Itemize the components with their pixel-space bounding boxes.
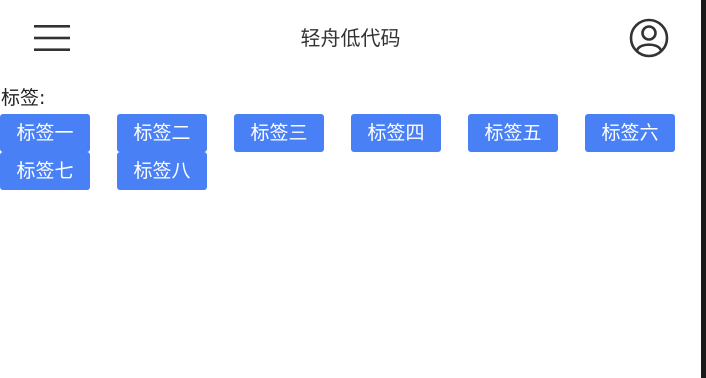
tag-button[interactable]: 标签二 bbox=[117, 114, 207, 152]
user-avatar-icon bbox=[629, 18, 669, 58]
tag-button[interactable]: 标签五 bbox=[468, 114, 558, 152]
window-edge bbox=[701, 0, 706, 378]
tag-button[interactable]: 标签八 bbox=[117, 152, 207, 190]
tags-label: 标签: bbox=[1, 87, 46, 109]
user-button[interactable] bbox=[629, 18, 669, 58]
tag-button[interactable]: 标签七 bbox=[0, 152, 90, 190]
page-title: 轻舟低代码 bbox=[300, 26, 401, 50]
top-nav-bar: 轻舟低代码 bbox=[0, 0, 701, 78]
tag-button[interactable]: 标签一 bbox=[0, 114, 90, 152]
tag-button[interactable]: 标签四 bbox=[351, 114, 441, 152]
tag-button[interactable]: 标签六 bbox=[585, 114, 675, 152]
tag-button[interactable]: 标签三 bbox=[234, 114, 324, 152]
